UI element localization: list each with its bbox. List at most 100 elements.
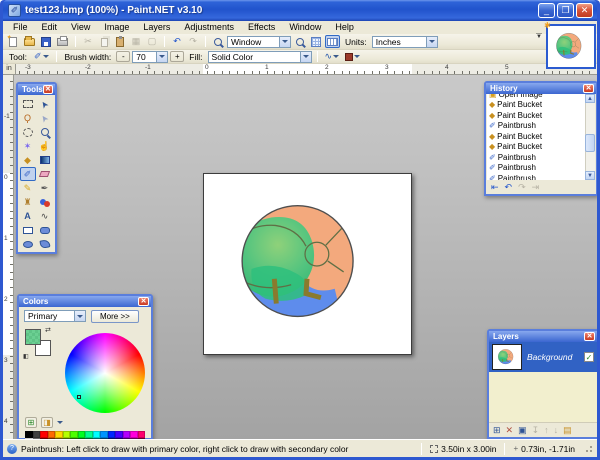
history-fastforward-button[interactable]: ⇥ <box>532 182 540 193</box>
tool-lasso-select[interactable]: Ϙ <box>20 111 36 125</box>
layer-visibility-checkbox[interactable]: ✓ <box>584 352 594 362</box>
history-redo-button[interactable]: ↷ <box>518 182 526 193</box>
color-mode-combo[interactable]: Primary <box>24 310 86 322</box>
tool-move-selection[interactable]: ➤ <box>37 111 53 125</box>
palette-swatch[interactable] <box>107 438 115 439</box>
duplicate-layer-button[interactable]: ▣ <box>518 425 527 436</box>
add-color-button[interactable]: ⊞ <box>25 417 37 428</box>
menu-item-image[interactable]: Image <box>97 21 136 34</box>
tool-ellipse-select[interactable] <box>20 125 36 139</box>
palette-swatch[interactable] <box>100 438 108 439</box>
history-palette-titlebar[interactable]: History ✕ <box>486 83 596 94</box>
merge-layer-down-button[interactable]: ↧ <box>532 425 540 436</box>
palette-swatch[interactable] <box>85 431 93 438</box>
image-list-chevron-icon[interactable]: — ▼ <box>536 31 542 40</box>
tool-pencil[interactable]: ✎ <box>20 181 36 195</box>
open-button[interactable] <box>22 35 37 48</box>
history-item[interactable]: ◆ Paint Bucket <box>487 131 595 142</box>
image-tab-thumbnail[interactable]: ✱ <box>544 21 596 69</box>
palette-swatch[interactable] <box>122 431 130 438</box>
palette-swatch[interactable] <box>55 438 63 439</box>
menu-item-help[interactable]: Help <box>328 21 361 34</box>
tool-clone-stamp[interactable]: ♜ <box>20 195 36 209</box>
tool-rounded-rectangle[interactable] <box>37 223 53 237</box>
history-undo-button[interactable]: ↶ <box>505 182 513 193</box>
palette-swatch[interactable] <box>92 431 100 438</box>
tool-ellipse[interactable] <box>20 237 36 251</box>
palette-menu-arrow[interactable] <box>57 421 63 424</box>
tool-gradient[interactable] <box>37 153 53 167</box>
units-combo-arrow[interactable] <box>425 36 437 47</box>
palette-swatch[interactable] <box>130 438 138 439</box>
scroll-down-arrow[interactable]: ▼ <box>585 171 595 180</box>
delete-layer-button[interactable]: ✕ <box>506 425 514 436</box>
palette-swatch[interactable] <box>32 438 40 439</box>
tool-pan[interactable]: ☝ <box>37 139 53 153</box>
menu-item-edit[interactable]: Edit <box>35 21 65 34</box>
paste-button[interactable] <box>113 35 127 48</box>
brush-width-decrease-button[interactable]: - <box>116 51 131 62</box>
zoom-in-button[interactable] <box>293 35 307 48</box>
brush-width-combo-arrow[interactable] <box>156 51 168 62</box>
deselect-button[interactable]: ▢ <box>145 35 159 48</box>
menu-item-layers[interactable]: Layers <box>136 21 177 34</box>
fill-combo-arrow[interactable] <box>299 51 311 62</box>
palette-swatch[interactable] <box>107 431 115 438</box>
more-button[interactable]: More >> <box>91 310 139 323</box>
crop-button[interactable]: ▦ <box>129 35 143 48</box>
palette-menu-button[interactable]: ◨ <box>41 417 53 428</box>
palette-swatch[interactable] <box>115 438 123 439</box>
minimize-button[interactable]: _ <box>538 3 555 18</box>
layers-palette-close-button[interactable]: ✕ <box>584 332 595 341</box>
new-button[interactable] <box>6 34 20 48</box>
redo-button[interactable]: ↷ <box>186 35 200 48</box>
palette-swatch[interactable] <box>25 431 33 438</box>
palette-swatch[interactable] <box>122 438 130 439</box>
tool-line-curve[interactable]: ∿ <box>37 209 53 223</box>
copy-button[interactable] <box>97 35 111 48</box>
palette-swatch[interactable] <box>47 431 55 438</box>
history-palette-close-button[interactable]: ✕ <box>583 84 594 93</box>
tool-eraser[interactable] <box>37 167 53 181</box>
tool-zoom[interactable] <box>37 125 53 139</box>
tool-paint-bucket[interactable]: ◆ <box>20 153 36 167</box>
canvas[interactable] <box>203 173 412 355</box>
layers-palette-titlebar[interactable]: Layers ✕ <box>489 331 597 342</box>
colors-palette-close-button[interactable]: ✕ <box>138 297 149 306</box>
palette-swatch[interactable] <box>92 438 100 439</box>
add-layer-button[interactable]: ⊞ <box>493 425 501 436</box>
swap-colors-icon[interactable]: ⇄ <box>45 326 51 334</box>
palette-swatch[interactable] <box>40 438 48 439</box>
tool-freeform-shape[interactable] <box>37 237 53 251</box>
palette-swatch[interactable] <box>40 431 48 438</box>
history-item[interactable]: ✐ Paintbrush <box>487 173 595 180</box>
tool-rectangle-select[interactable] <box>20 97 36 111</box>
menu-item-effects[interactable]: Effects <box>241 21 282 34</box>
palette-swatch[interactable] <box>85 438 93 439</box>
zoom-combo-arrow[interactable] <box>279 36 290 47</box>
palette-swatch[interactable] <box>130 431 138 438</box>
palette-swatch[interactable] <box>25 438 33 439</box>
palette-swatch[interactable] <box>77 438 85 439</box>
scrollbar-thumb[interactable] <box>585 134 595 152</box>
cut-button[interactable]: ✂ <box>81 35 95 48</box>
fill-combo[interactable]: Solid Color <box>207 50 312 63</box>
blend-mode-button[interactable] <box>343 50 362 63</box>
colors-palette-titlebar[interactable]: Colors ✕ <box>19 296 151 307</box>
tool-magic-wand[interactable]: ✶ <box>20 139 36 153</box>
tool-text[interactable]: A <box>20 209 36 223</box>
history-item[interactable]: ✐ Paintbrush <box>487 152 595 163</box>
history-item[interactable]: ◆ Paint Bucket <box>487 142 595 153</box>
scroll-up-arrow[interactable]: ▲ <box>585 94 595 103</box>
palette-swatch[interactable] <box>137 431 145 438</box>
primary-color-swatch[interactable] <box>25 329 41 345</box>
print-button[interactable] <box>55 35 70 48</box>
menu-item-view[interactable]: View <box>64 21 97 34</box>
layer-row-background[interactable]: Background ✓ <box>489 342 597 372</box>
palette-swatch[interactable] <box>77 431 85 438</box>
title-bar[interactable]: ✐ test123.bmp (100%) - Paint.NET v3.10 _… <box>3 0 597 21</box>
history-rewind-button[interactable]: ⇤ <box>491 182 499 193</box>
brush-width-combo[interactable]: 70 <box>132 50 169 63</box>
maximize-button[interactable]: ❐ <box>557 3 574 18</box>
undo-button[interactable]: ↶ <box>170 35 184 48</box>
